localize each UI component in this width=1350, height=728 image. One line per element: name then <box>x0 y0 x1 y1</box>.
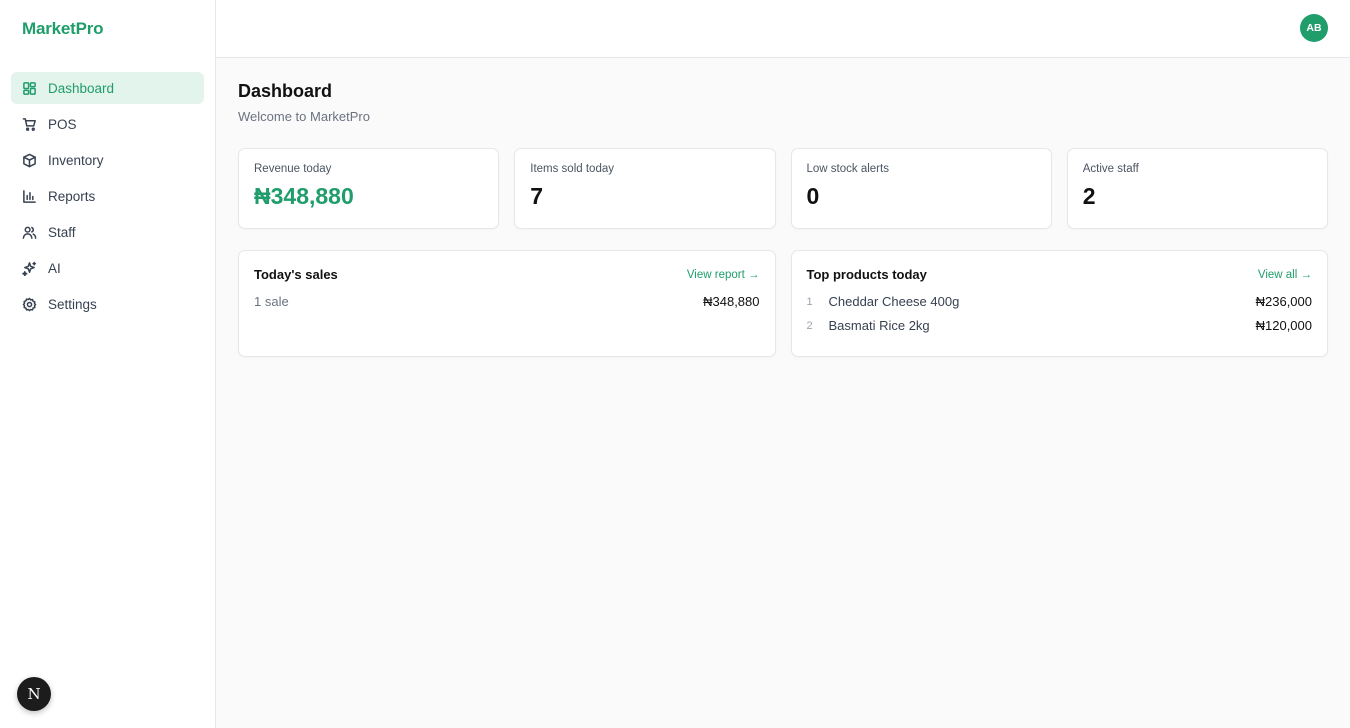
users-icon <box>22 225 37 240</box>
sidebar-item-label: AI <box>48 260 61 276</box>
sidebar-item-label: Settings <box>48 296 97 312</box>
sidebar-item-label: Staff <box>48 224 76 240</box>
stat-card-items-sold: Items sold today 7 <box>514 148 776 229</box>
list-item: 1 sale ₦348,880 <box>254 294 760 309</box>
panel-title: Today's sales <box>254 267 338 282</box>
package-icon <box>22 153 37 168</box>
avatar[interactable]: AB <box>1300 14 1328 42</box>
stat-card-revenue: Revenue today ₦348,880 <box>238 148 500 229</box>
sidebar-item-label: POS <box>48 116 77 132</box>
stat-value: 0 <box>806 183 820 209</box>
panel-header: Today's sales View report → <box>254 267 760 282</box>
product-name: Basmati Rice 2kg <box>828 318 930 333</box>
avatar-initials: AB <box>1306 22 1322 34</box>
panel-header: Top products today View all → <box>807 267 1313 282</box>
sidebar: MarketPro Dashboard POS Inventory Report… <box>0 0 216 728</box>
todays-sales-panel: Today's sales View report → 1 sale ₦348,… <box>238 250 776 357</box>
product-rank: 2 <box>806 319 813 332</box>
stat-card-low-stock: Low stock alerts 0 <box>790 148 1052 229</box>
sidebar-item-settings[interactable]: Settings <box>11 288 204 320</box>
stat-value: 7 <box>530 183 544 209</box>
stat-label: Items sold today <box>530 163 614 175</box>
sparkles-icon <box>22 261 37 276</box>
sidebar-item-staff[interactable]: Staff <box>11 216 204 248</box>
sidebar-item-reports[interactable]: Reports <box>11 180 204 212</box>
topbar: AB <box>216 0 1350 58</box>
top-products-panel: Top products today View all → 1 Cheddar … <box>790 250 1328 357</box>
stat-label: Low stock alerts <box>806 163 889 175</box>
shopping-cart-icon <box>22 117 37 132</box>
layout-grid-icon <box>22 81 37 96</box>
list-item: 2 Basmati Rice 2kg ₦120,000 <box>807 318 1313 333</box>
bar-chart-icon <box>22 189 37 204</box>
sidebar-item-ai[interactable]: AI <box>11 252 204 284</box>
view-report-link[interactable]: View report → <box>687 269 760 281</box>
sales-count: 1 sale <box>254 294 289 309</box>
list-item: 1 Cheddar Cheese 400g ₦236,000 <box>807 294 1313 309</box>
stat-card-active-staff: Active staff 2 <box>1066 148 1328 229</box>
sidebar-item-label: Dashboard <box>48 80 115 96</box>
stats-row: Revenue today ₦348,880 Items sold today … <box>238 148 1328 229</box>
brand-logo[interactable]: MarketPro <box>0 0 215 57</box>
sidebar-nav: Dashboard POS Inventory Reports Staff AI… <box>0 57 215 320</box>
sidebar-item-label: Reports <box>48 188 96 204</box>
product-amount: ₦120,000 <box>1255 318 1312 333</box>
view-all-link[interactable]: View all → <box>1258 269 1312 281</box>
sidebar-item-pos[interactable]: POS <box>11 108 204 140</box>
page-title: Dashboard <box>238 81 333 101</box>
panels-row: Today's sales View report → 1 sale ₦348,… <box>238 250 1328 357</box>
page-subtitle: Welcome to MarketPro <box>238 109 370 124</box>
sidebar-item-inventory[interactable]: Inventory <box>11 144 204 176</box>
stat-value: 2 <box>1082 183 1096 209</box>
panel-title: Top products today <box>806 267 927 282</box>
stat-label: Active staff <box>1082 163 1139 175</box>
sidebar-item-dashboard[interactable]: Dashboard <box>11 72 204 104</box>
gear-icon <box>22 297 37 312</box>
product-name: Cheddar Cheese 400g <box>828 294 960 309</box>
sales-total: ₦348,880 <box>703 294 760 309</box>
stat-value: ₦348,880 <box>254 183 354 209</box>
stat-label: Revenue today <box>254 163 332 175</box>
sidebar-item-label: Inventory <box>48 152 104 168</box>
product-rank: 1 <box>806 295 813 308</box>
product-amount: ₦236,000 <box>1255 294 1312 309</box>
dev-badge-letter: N <box>27 685 41 703</box>
main-content: Dashboard Welcome to MarketPro Revenue t… <box>238 80 1328 357</box>
dev-tools-badge[interactable]: N <box>17 677 51 711</box>
